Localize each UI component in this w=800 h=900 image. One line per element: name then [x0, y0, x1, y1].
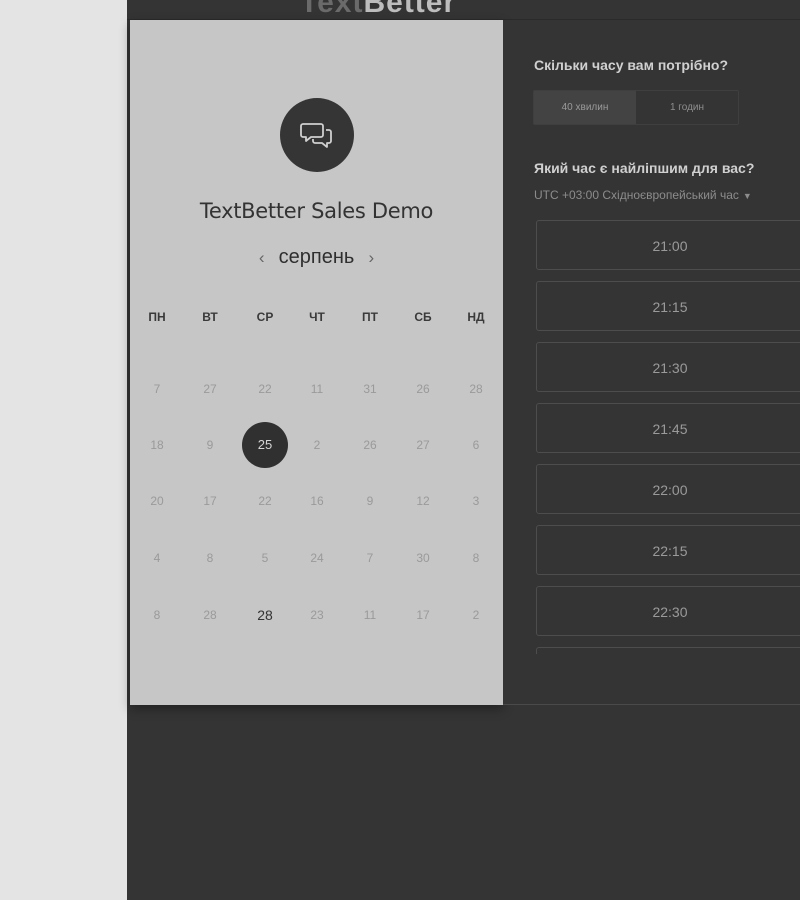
time-slot-button[interactable]: 22:30	[536, 586, 800, 636]
calendar-day-unavailable: 28	[469, 382, 483, 396]
calendar-day-unavailable: 2	[313, 438, 321, 452]
time-slot-button[interactable]: 21:00	[536, 220, 800, 270]
chevron-right-icon[interactable]: ›	[360, 248, 382, 268]
calendar-day-unavailable: 7	[153, 382, 161, 396]
time-heading: Який час є найліпшим для вас?	[534, 160, 755, 176]
weekday-label: ЧТ	[309, 310, 325, 324]
weekday-label: СБ	[414, 310, 432, 324]
calendar-day-unavailable: 7	[366, 551, 374, 565]
calendar-day-unavailable: 17	[203, 494, 217, 508]
caret-down-icon: ▼	[742, 191, 752, 201]
weekday-header: ПН ВТ СР ЧТ ПТ СБ НД	[130, 310, 503, 324]
panel-bottom-divider	[503, 704, 800, 705]
calendar-day-unavailable: 8	[472, 551, 480, 565]
calendar-day-selected[interactable]: 25	[242, 422, 288, 468]
chevron-left-icon[interactable]: ‹	[251, 248, 273, 268]
calendar-day-unavailable: 11	[310, 382, 324, 396]
duration-option[interactable]: 1 годин	[636, 91, 738, 124]
calendar-day-unavailable: 27	[416, 438, 430, 452]
calendar-day-unavailable: 8	[153, 608, 161, 622]
calendar-day-unavailable: 26	[416, 382, 430, 396]
calendar-panel: TextBetter Sales Demo ‹ серпень › ПН ВТ СР ЧТ…	[130, 20, 503, 705]
time-slot-button[interactable]: 22:45	[536, 647, 800, 654]
left-gutter	[0, 0, 127, 900]
calendar-day-unavailable: 23	[310, 608, 324, 622]
calendar-day-unavailable: 8	[206, 551, 214, 565]
calendar-day-unavailable: 17	[416, 608, 430, 622]
calendar-day-unavailable: 9	[366, 494, 374, 508]
calendar-day-unavailable: 2	[472, 608, 480, 622]
calendar-day-unavailable: 3	[472, 494, 480, 508]
brand-logo-part-1: Text	[300, 0, 364, 19]
time-slot-button[interactable]: 22:15	[536, 525, 800, 575]
weekday-label: СР	[256, 310, 274, 324]
calendar-day-unavailable: 11	[363, 608, 377, 622]
weekday-label: ПТ	[362, 310, 378, 324]
brand-logo-part-2: Better	[363, 0, 457, 19]
calendar-day-unavailable: 22	[258, 494, 272, 508]
weekday-label: ПН	[148, 310, 166, 324]
duration-heading: Скільки часу вам потрібно?	[534, 57, 729, 73]
time-slot-button[interactable]: 22:00	[536, 464, 800, 514]
calendar-day-unavailable: 24	[310, 551, 324, 565]
duration-option[interactable]: 40 хвилин	[534, 91, 636, 124]
calendar-day-available[interactable]: 28	[242, 592, 288, 638]
month-label: серпень	[278, 246, 355, 268]
calendar-day-unavailable: 30	[416, 551, 430, 565]
duration-toggle: 40 хвилин 1 годин	[533, 90, 739, 125]
calendar-day-unavailable: 20	[150, 494, 164, 508]
timezone-label: UTC +03:00 Східноєвропейський час	[534, 188, 739, 202]
calendar-day-unavailable: 31	[363, 382, 377, 396]
brand-logo: TextBetter	[300, 0, 456, 20]
calendar-day-unavailable: 5	[261, 551, 269, 565]
calendar-day-unavailable: 4	[153, 551, 161, 565]
calendar-day-unavailable: 9	[206, 438, 214, 452]
time-slot-button[interactable]: 21:15	[536, 281, 800, 331]
weekday-label: ВТ	[202, 310, 218, 324]
month-navigation: ‹ серпень ›	[130, 246, 503, 269]
weekday-label: НД	[467, 310, 485, 324]
time-slot-button[interactable]: 21:30	[536, 342, 800, 392]
calendar-day-unavailable: 6	[472, 438, 480, 452]
chat-bubbles-icon	[300, 123, 332, 148]
event-title: TextBetter Sales Demo	[199, 199, 434, 223]
calendar-day-unavailable: 27	[203, 382, 217, 396]
calendar-day-unavailable: 18	[150, 438, 164, 452]
time-slot-button[interactable]: 21:45	[536, 403, 800, 453]
timezone-select[interactable]: UTC +03:00 Східноєвропейський час ▼	[534, 188, 752, 202]
event-avatar	[280, 98, 354, 172]
calendar-day-unavailable: 22	[258, 382, 272, 396]
calendar-day-unavailable: 28	[203, 608, 217, 622]
calendar-day-unavailable: 16	[310, 494, 324, 508]
time-slot-list[interactable]: 21:00 21:15 21:30 21:45 22:00 22:15 22:30 22:45	[536, 220, 800, 654]
booking-panel: Скільки часу вам потрібно? 40 хвилин 1 го…	[503, 20, 800, 705]
calendar-day-unavailable: 12	[416, 494, 430, 508]
calendar-day-unavailable: 26	[363, 438, 377, 452]
